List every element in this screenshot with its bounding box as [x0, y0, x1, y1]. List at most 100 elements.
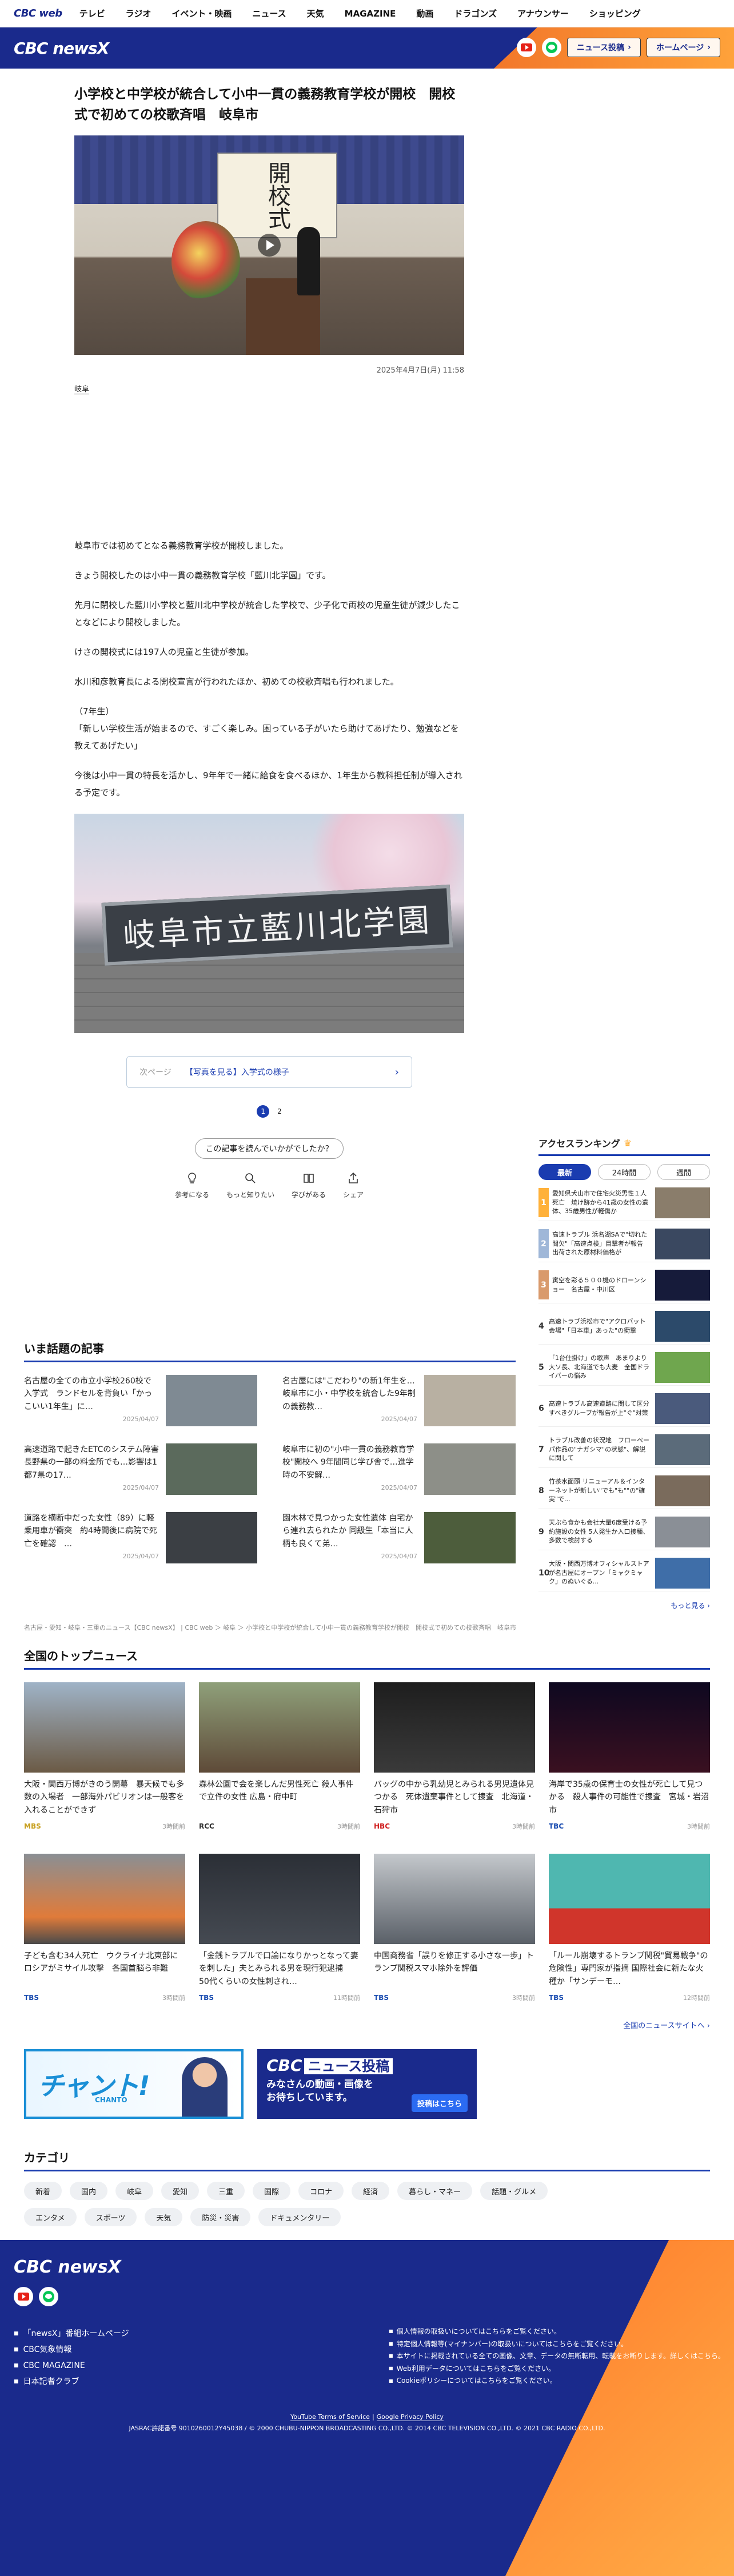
homepage-button[interactable]: ホームページ ›: [646, 38, 720, 57]
breadcrumb[interactable]: 名古屋・愛知・岐阜・三重のニュース【CBC newsX】 | CBC web ＞…: [24, 1623, 710, 1632]
national-item[interactable]: バッグの中から乳幼児とみられる男児遺体見つかる 死体遺棄事件として捜査 北海道・…: [374, 1682, 535, 1831]
tab-latest[interactable]: 最新: [538, 1164, 591, 1180]
ranking-item[interactable]: 10 大阪・関西万博オフィシャルストアが名古屋にオープン「ミャクミャク」のぬいぐる…: [538, 1557, 710, 1591]
reaction-more[interactable]: もっと知りたい: [226, 1171, 274, 1199]
reaction-learn[interactable]: 学びがある: [292, 1171, 326, 1199]
feedback-question: この記事を読んでいかがでしたか？: [195, 1138, 344, 1159]
news-source: TBS: [374, 1994, 389, 2002]
nav-magazine[interactable]: MAGAZINE: [345, 9, 396, 19]
google-privacy-link[interactable]: Google Privacy Policy: [376, 2413, 444, 2421]
article-photo: 岐阜市立藍川北学園: [74, 814, 464, 1034]
ranking-item[interactable]: 1 愛知県犬山市で住宅火災男性１人死亡 焼け跡から41歳の女性の遺体、35歳男性が…: [538, 1187, 710, 1221]
cbc-web-logo[interactable]: CBC web: [14, 7, 62, 19]
ranking-item[interactable]: 9 天ぷら食かも会社大量6度受ける予約施設の女性 5人発生か入口接種、多数で検討す…: [538, 1516, 710, 1550]
category-chip[interactable]: 岐阜: [115, 2182, 154, 2200]
category-chip[interactable]: 新着: [24, 2182, 62, 2200]
category-chip[interactable]: コロナ: [298, 2182, 344, 2200]
national-item[interactable]: 中国商務省「誤りを修正する小さな一歩」トランプ関税スマホ除外を評価 TBS 3時間前: [374, 1854, 535, 2002]
hot-item[interactable]: 道路を横断中だった女性（89）に軽乗用車が衝突 約4時間後に病院で死亡を確認 ……: [24, 1512, 257, 1563]
youtube-terms-link[interactable]: YouTube Terms of Service: [290, 2413, 370, 2421]
hot-item[interactable]: 園木林で見つかった女性遺体 自宅から連れ去られたか 同級生「本当に人柄も良くて弟…: [282, 1512, 516, 1563]
category-chip[interactable]: 天気: [145, 2208, 183, 2226]
tab-weekly[interactable]: 週間: [657, 1164, 710, 1180]
national-item[interactable]: 大阪・関西万博がきのう開幕 暴天候でも多数の入場者 一部海外パビリオンは一般客を…: [24, 1682, 185, 1831]
line-icon[interactable]: [541, 38, 561, 57]
policy-link[interactable]: Web利用データについてはこちらをご覧ください。: [389, 2363, 725, 2375]
policy-link[interactable]: Cookieポリシーについてはこちらをご覧ください。: [389, 2375, 725, 2387]
national-item[interactable]: 海岸で35歳の保育士の女性が死亡して見つかる 殺人事件の可能性で捜査 宮城・岩沼…: [549, 1682, 710, 1831]
category-chip[interactable]: 三重: [207, 2182, 245, 2200]
footer: CBC newsX 「newsX」番組ホームページ CBC気象情報 CBC MA…: [0, 2240, 734, 2576]
news-post-button[interactable]: ニュース投稿 ›: [567, 38, 641, 57]
tab-24h[interactable]: 24時間: [598, 1164, 651, 1180]
rank-number: 10: [538, 1568, 550, 1578]
ranking-item[interactable]: 8 竹茶水面頭 リニューアル＆インターネットが新しい"でも"も""の"確実"で..…: [538, 1475, 710, 1509]
category-chip[interactable]: エンタメ: [24, 2208, 77, 2226]
line-icon[interactable]: [39, 2287, 58, 2306]
area-tag[interactable]: 岐阜: [74, 383, 90, 395]
footer-link[interactable]: 日本記者クラブ: [14, 2374, 129, 2390]
category-chip[interactable]: 話題・グルメ: [480, 2182, 548, 2200]
category-chip[interactable]: 愛知: [161, 2182, 200, 2200]
ranking-item[interactable]: 4 高速トラブ浜松市で"アクロバット会場"「日本車」あった"の衝撃: [538, 1310, 710, 1345]
category-chip[interactable]: 国内: [70, 2182, 108, 2200]
hot-item[interactable]: 高速道路で起きたETCのシステム障害 長野県の一部の料金所でも…影響は1都7県の…: [24, 1443, 257, 1495]
national-item[interactable]: 「金銭トラブルで口論になりかっとなって妻を刺した」夫とみられる男を現行犯逮捕 5…: [199, 1854, 360, 2002]
national-item[interactable]: 森林公園で会を楽しんだ男性死亡 殺人事件で立件の女性 広島・府中町 RCC 3時間前: [199, 1682, 360, 1831]
footer-links: 「newsX」番組ホームページ CBC気象情報 CBC MAGAZINE 日本記…: [14, 2326, 129, 2390]
paragraph: 先月に閉校した藍川小学校と藍川北中学校が統合した学校で、少子化で両校の児童生徒が…: [74, 600, 460, 628]
national-item[interactable]: 子ども含む34人死亡 ウクライナ北東部にロシアがミサイル攻撃 各国首脳ら非難 TB…: [24, 1854, 185, 2002]
chanto-banner[interactable]: チャント! CHANTO: [24, 2049, 244, 2119]
next-page-link[interactable]: 次ページ 【写真を見る】入学式の様子 ›: [126, 1056, 412, 1089]
category-chip[interactable]: スポーツ: [84, 2208, 137, 2226]
ranking-more-link[interactable]: もっと見る ›: [538, 1601, 710, 1610]
youtube-icon[interactable]: [14, 2287, 33, 2306]
hot-item[interactable]: 名古屋の全ての市立小学校260校で入学式 ランドセルを背負い「かっこいい1年生」…: [24, 1375, 257, 1426]
footer-logo[interactable]: CBC newsX: [14, 2257, 121, 2277]
category-chip[interactable]: ドキュメンタリー: [258, 2208, 341, 2226]
nav-news[interactable]: ニュース: [252, 7, 286, 19]
article-video[interactable]: 開校式: [74, 135, 464, 355]
more-label: もっと見る: [671, 1602, 705, 1610]
policy-link[interactable]: 特定個人情報等(マイナンバー)の取扱いについてはこちらをご覧ください。: [389, 2338, 725, 2351]
category-chip[interactable]: 経済: [352, 2182, 390, 2200]
category-chip[interactable]: 暮らし・マネー: [397, 2182, 473, 2200]
nav-tv[interactable]: テレビ: [79, 7, 105, 19]
hot-item[interactable]: 岐阜市に初の"小中一貫の義務教育学校"開校へ 9年間同じ学び舎で…進学時の不安解…: [282, 1443, 516, 1495]
cbc-newsx-logo[interactable]: CBC newsX: [14, 39, 109, 58]
news-post-banner[interactable]: CBC ニュース投稿 みなさんの動画・画像を お待ちしています。 投稿はこちら: [257, 2049, 477, 2119]
ranking-item[interactable]: 2 高速トラブル 浜名湖SAで"切れた間欠"「高速点検」目撃者が報告 出荷された原…: [538, 1228, 710, 1262]
ranking-thumbnail: [655, 1310, 710, 1342]
national-item[interactable]: 「ルール崩壊するトランプ関税"貿易戦争"の危険性」専門家が指摘 国際社会に新たな…: [549, 1854, 710, 2002]
ranking-item[interactable]: 3 寅空を彩る５００機のドローンショー 名古屋・中川区: [538, 1269, 710, 1303]
policy-link[interactable]: 個人情報の取扱いについてはこちらをご覧ください。: [389, 2326, 725, 2338]
national-more-link[interactable]: 全国のニュースサイトへ ›: [24, 2019, 710, 2030]
nav-weather[interactable]: 天気: [307, 7, 324, 19]
youtube-icon[interactable]: [516, 38, 536, 57]
national-text: 「ルール崩壊するトランプ関税"貿易戦争"の危険性」専門家が指摘 国際社会に新たな…: [549, 1951, 708, 1986]
nav-dragons[interactable]: ドラゴンズ: [454, 7, 497, 19]
play-icon[interactable]: [258, 234, 281, 257]
category-chip[interactable]: 防災・災害: [190, 2208, 251, 2226]
nav-video[interactable]: 動画: [416, 7, 433, 19]
speaker: [297, 227, 320, 296]
footer-link[interactable]: CBC MAGAZINE: [14, 2358, 129, 2374]
category-chip[interactable]: 国際: [253, 2182, 291, 2200]
hot-item[interactable]: 名古屋には"こだわり"の新1年生を… 岐阜市に小・中学校を統合した9年制の義務教…: [282, 1375, 516, 1426]
footer-link[interactable]: CBC気象情報: [14, 2342, 129, 2358]
ranking-item[interactable]: 6 高速トラブル高速道路に関して区分すべきグループが報告が上"ぐ"対策: [538, 1393, 710, 1427]
reaction-share[interactable]: シェア: [343, 1171, 364, 1199]
ranking-item[interactable]: 7 トラブル改善の状況地 フローペーパ作品の"ナガシマ"の状態"、解説に関して: [538, 1434, 710, 1468]
nav-announcer[interactable]: アナウンサー: [517, 7, 569, 19]
page-2[interactable]: 2: [277, 1107, 282, 1115]
policy-link[interactable]: 本サイトに掲載されている全ての画像、文章、データの無断転用、転載をお断りします。…: [389, 2350, 725, 2363]
footer-link[interactable]: 「newsX」番組ホームページ: [14, 2326, 129, 2342]
nav-shopping[interactable]: ショッピング: [589, 7, 641, 19]
nav-events[interactable]: イベント・映画: [171, 7, 232, 19]
post-banner-button[interactable]: 投稿はこちら: [411, 2094, 468, 2112]
nav-radio[interactable]: ラジオ: [126, 7, 151, 19]
news-time: 3時間前: [337, 1823, 360, 1830]
page-1[interactable]: 1: [257, 1105, 270, 1118]
ranking-item[interactable]: 5 「1台仕掛け」の歌声 あまりより大ソ長、北海道でも大麦 全国ドライバーの悩み: [538, 1351, 710, 1386]
reaction-helpful[interactable]: 参考になる: [175, 1171, 209, 1199]
